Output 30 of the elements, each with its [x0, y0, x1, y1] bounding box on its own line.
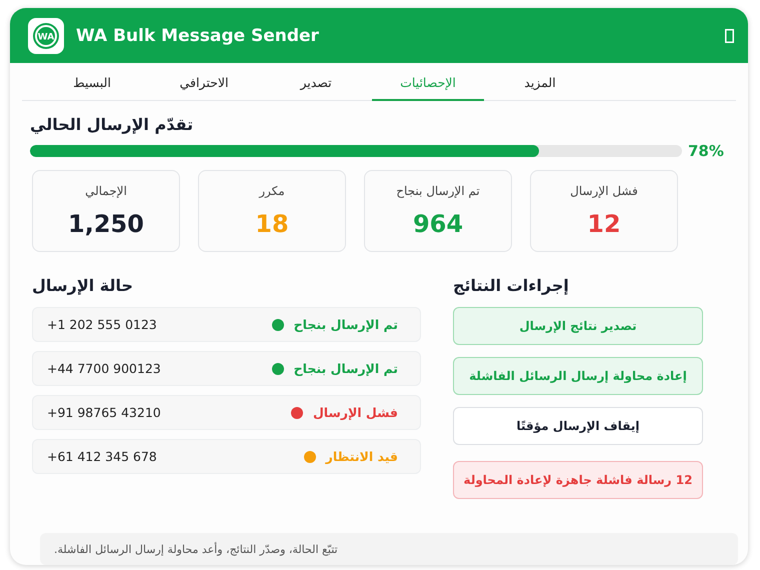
phone-number: +44 7700 900123 [47, 361, 161, 376]
stat-value: 12 [587, 210, 621, 238]
stat-label: الإجمالي [85, 184, 127, 198]
stat-value: 1,250 [68, 210, 144, 238]
square-icon[interactable] [725, 28, 734, 42]
action-button[interactable]: 12 رسالة فاشلة جاهزة لإعادة المحاولة [453, 461, 703, 499]
phone-number: +1 202 555 0123 [47, 317, 157, 332]
stat-label: فشل الإرسال [570, 184, 638, 198]
action-button[interactable]: إيقاف الإرسال مؤقتًا [453, 407, 703, 445]
footer-note: تتبّع الحالة، وصدّر النتائج، وأعد محاولة إرسال الرسائل الفاشلة. [40, 533, 738, 565]
phone-number: +61 412 345 678 [47, 449, 157, 464]
section-title: تقدّم الإرسال الحالي [30, 115, 194, 134]
status-text: تم الإرسال بنجاح [294, 361, 398, 376]
progress-reading: 78% [688, 142, 725, 160]
status-text: فشل الإرسال [312, 405, 398, 420]
section-title: إجراءات النتائج [453, 276, 569, 295]
tab[interactable]: الاحترافي [148, 63, 260, 101]
stat-value: 964 [412, 210, 464, 238]
tab[interactable]: المزيد [484, 63, 596, 101]
stat-label: مكرر [259, 184, 285, 198]
status-text: تم الإرسال بنجاح [294, 317, 398, 332]
section-title: حالة الإرسال [32, 276, 134, 295]
stat-value: 18 [255, 210, 289, 238]
tab[interactable]: تصدير [260, 63, 372, 101]
status-text: قيد الانتظار [326, 449, 398, 464]
window-title: WA Bulk Message Sender [76, 26, 320, 46]
phone-number: +91 98765 43210 [47, 405, 161, 420]
logo-icon: WA [28, 18, 64, 54]
tab[interactable]: البسيط [36, 63, 148, 101]
stat-label: تم الإرسال بنجاح [396, 184, 480, 198]
